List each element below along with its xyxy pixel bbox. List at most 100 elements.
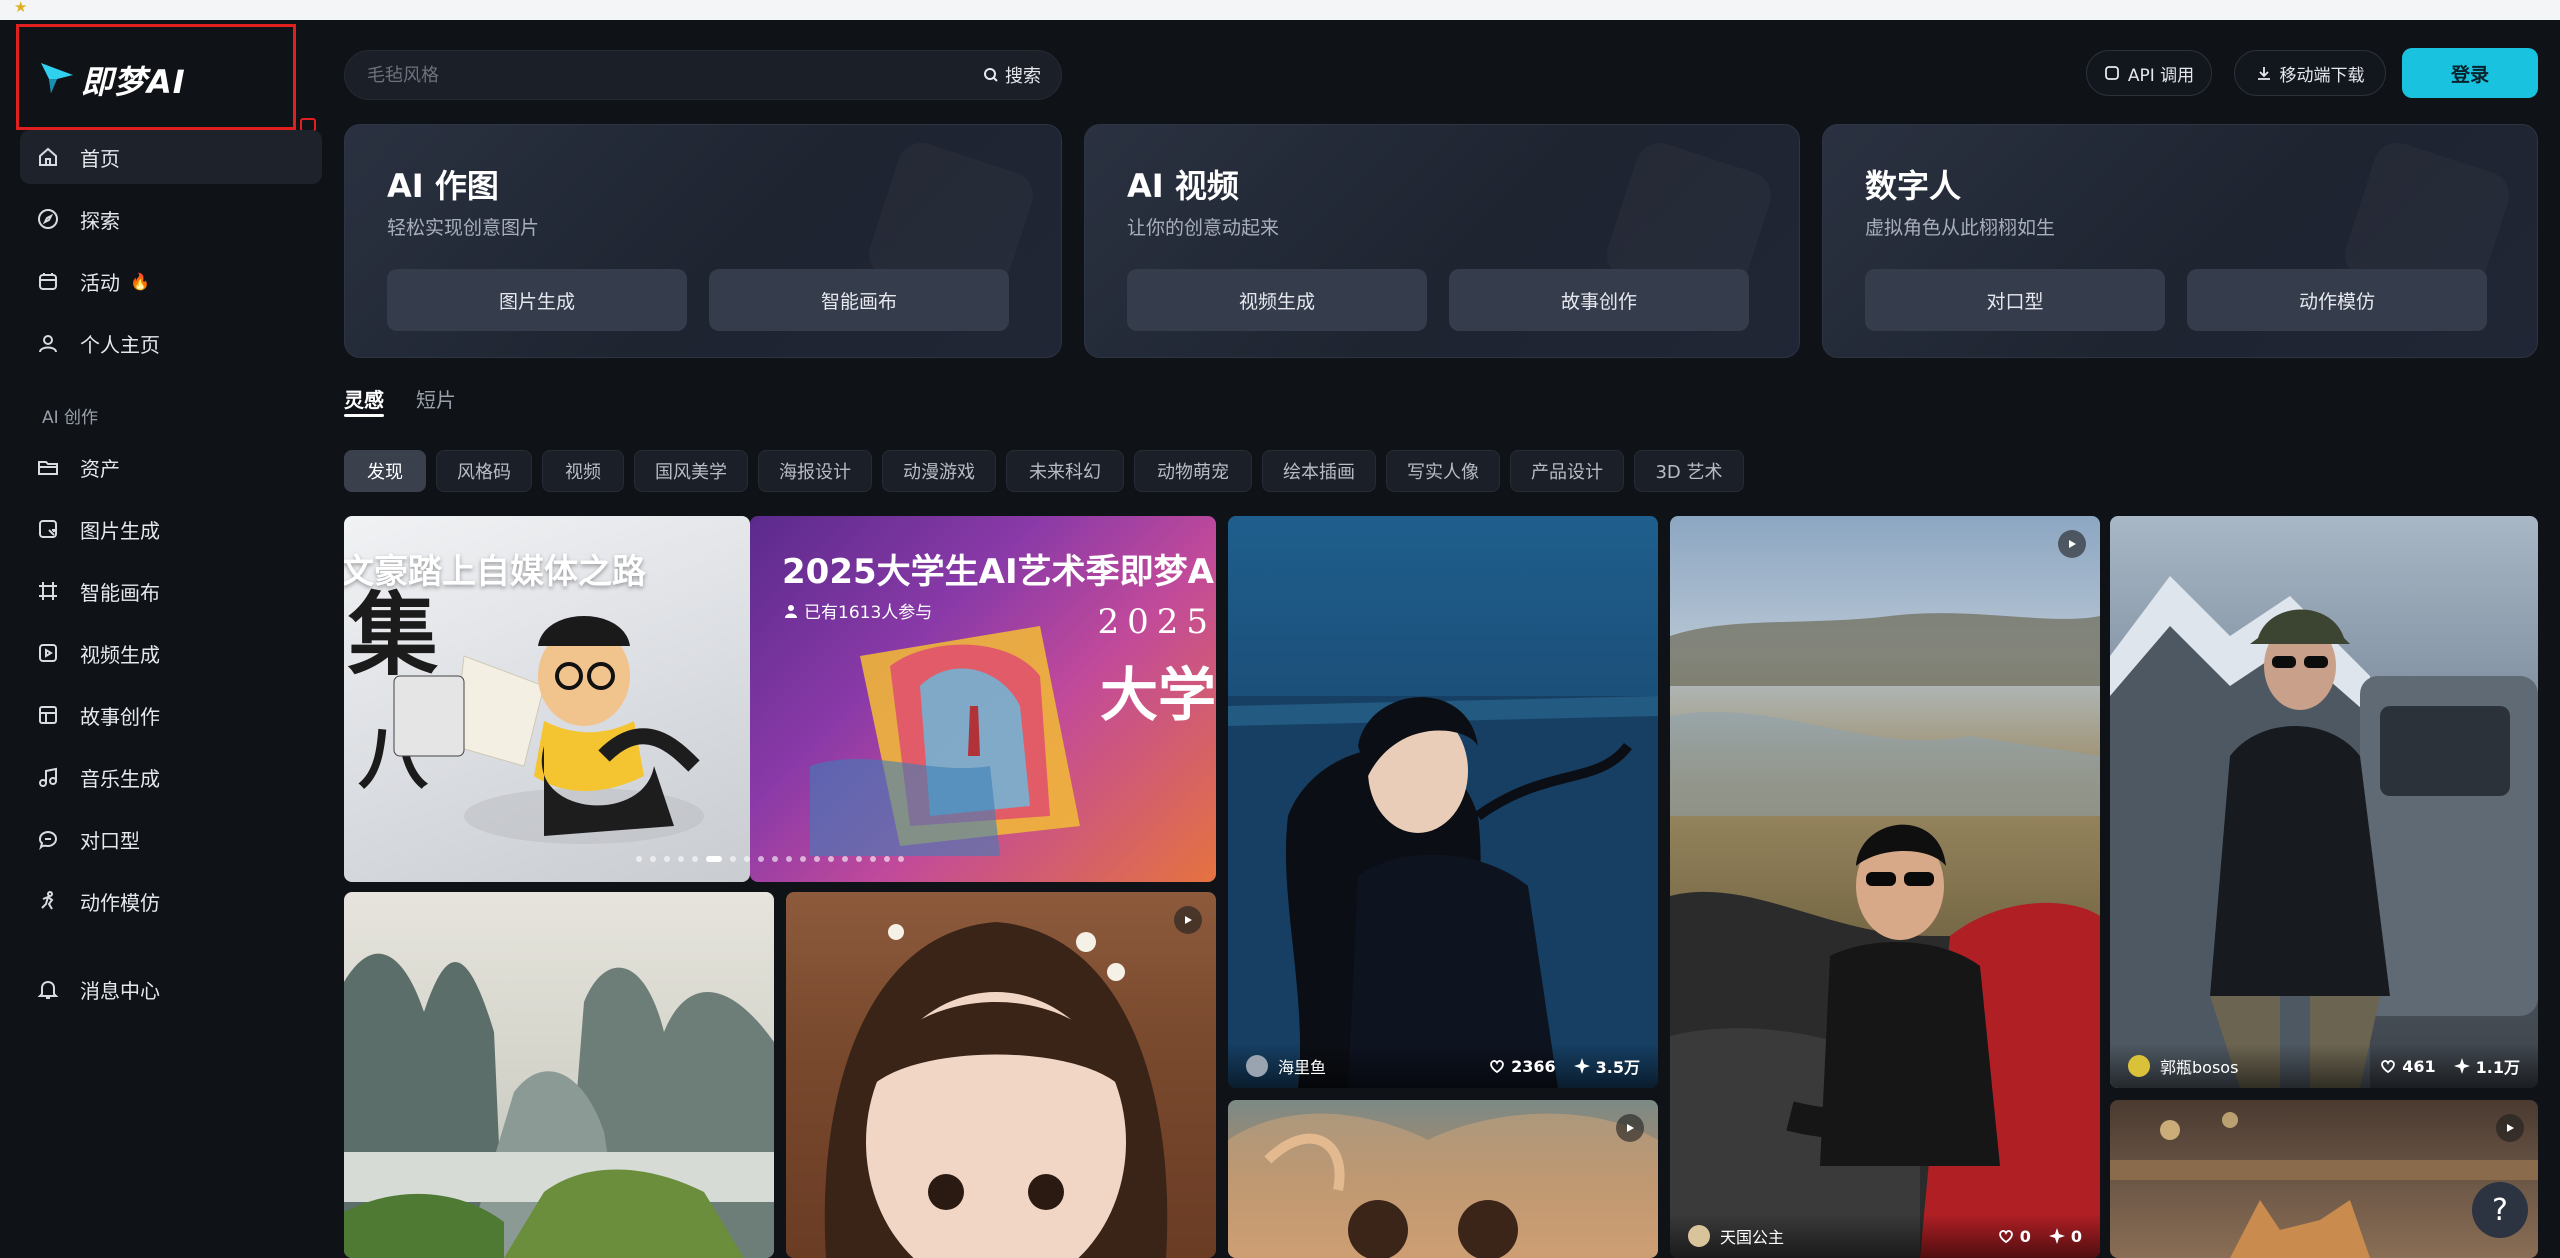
chip-portrait[interactable]: 写实人像	[1386, 450, 1500, 492]
heart-icon	[2381, 1060, 2396, 1074]
car-woman-image	[1670, 613, 2100, 1258]
heart-icon	[1998, 1230, 2013, 1244]
compass-icon	[36, 207, 60, 231]
play-icon[interactable]	[1616, 1114, 1644, 1142]
video-gen-button[interactable]: 视频生成	[1127, 269, 1427, 331]
use-stat[interactable]: 0	[2048, 1226, 2082, 1246]
chip-discover[interactable]: 发现	[344, 450, 426, 492]
ai-create-section-label: AI 创作	[42, 407, 99, 428]
image-gen-icon	[36, 517, 60, 541]
avatar	[2128, 1055, 2150, 1077]
download-icon	[2257, 67, 2270, 80]
search-button[interactable]: 搜索	[983, 51, 1041, 99]
music-icon	[36, 765, 60, 789]
feature-card-digital-human: 数字人 虚拟角色从此栩栩如生 对口型 动作模仿	[1822, 124, 2538, 358]
chip-sci-fi[interactable]: 未来科幻	[1006, 450, 1124, 492]
sidebar-item-activity[interactable]: 活动 🔥	[20, 254, 322, 308]
use-count: 0	[2070, 1226, 2082, 1246]
story-button[interactable]: 故事创作	[1449, 269, 1749, 331]
banner-slide-writer[interactable]: 文豪踏上自媒体之路 集 八	[344, 516, 750, 882]
banner-year: 2025	[1097, 602, 1216, 642]
participants-row: 已有1613人参与	[784, 598, 932, 623]
user-icon	[36, 331, 60, 355]
search-icon	[984, 68, 998, 82]
image-gen-button[interactable]: 图片生成	[387, 269, 687, 331]
logo-text: 即梦AI	[81, 63, 186, 101]
sidebar-item-video-gen[interactable]: 视频生成	[20, 626, 322, 680]
lip-sync-button[interactable]: 对口型	[1865, 269, 2165, 331]
chip-3d-art[interactable]: 3D 艺术	[1634, 450, 1744, 492]
smart-canvas-button[interactable]: 智能画布	[709, 269, 1009, 331]
use-count: 3.5万	[1595, 1058, 1640, 1077]
gallery-tile-cat[interactable]	[2110, 1100, 2538, 1258]
tile-meta: 海里鱼 2366 3.5万	[1228, 1044, 1658, 1088]
fire-icon: 🔥	[130, 271, 150, 291]
login-button[interactable]: 登录	[2402, 48, 2538, 98]
api-icon	[2104, 66, 2119, 80]
banner-slide-art-season[interactable]: 2025大学生AI艺术季即梦AI 已有1613人参与 2025 大学	[750, 516, 1216, 882]
chip-style-code[interactable]: 风格码	[436, 450, 532, 492]
gallery-tile-little-girl[interactable]	[786, 892, 1216, 1258]
like-stat[interactable]: 461	[2380, 1057, 2436, 1076]
cartoon-illustration: 集 八	[347, 583, 704, 844]
author-name: 郭瓶bosos	[2160, 1058, 2239, 1077]
sidebar-item-story[interactable]: 故事创作	[20, 688, 322, 742]
like-stat[interactable]: 0	[1998, 1227, 2031, 1246]
motion-button[interactable]: 动作模仿	[2187, 269, 2487, 331]
sidebar-item-label: 消息中心	[80, 978, 160, 1003]
feature-subtitle: 让你的创意动起来	[1127, 217, 1280, 239]
api-button[interactable]: API 调用	[2086, 50, 2212, 96]
chip-video[interactable]: 视频	[542, 450, 624, 492]
gallery-tile-landscape[interactable]	[344, 892, 774, 1258]
chip-poster-design[interactable]: 海报设计	[758, 450, 872, 492]
sidebar-item-label: 对口型	[80, 828, 140, 853]
chip-pets[interactable]: 动物萌宠	[1134, 450, 1252, 492]
gallery-tile-mountain-man[interactable]: 郭瓶bosos 461 1.1万	[2110, 516, 2538, 1088]
gallery-tile-car-woman[interactable]: 天国公主 0 0	[1670, 516, 2100, 1258]
help-button[interactable]: ?	[2472, 1182, 2528, 1238]
little-girl-image	[824, 922, 1168, 1258]
sidebar-item-explore[interactable]: 探索	[20, 192, 322, 246]
sidebar-item-image-gen[interactable]: 图片生成	[20, 502, 322, 556]
author[interactable]: 郭瓶bosos	[2128, 1054, 2362, 1078]
use-stat[interactable]: 3.5万	[1573, 1054, 1640, 1078]
logo[interactable]: 即梦AI	[16, 24, 296, 130]
tab-shorts[interactable]: 短片	[416, 384, 456, 413]
sidebar-item-profile[interactable]: 个人主页	[20, 316, 322, 370]
chip-anime-games[interactable]: 动漫游戏	[882, 450, 996, 492]
banner-big-text: 大学	[1099, 661, 1216, 729]
sidebar-item-label: 首页	[80, 146, 120, 171]
gallery-tile-ocean-girl[interactable]: 海里鱼 2366 3.5万	[1228, 516, 1658, 1088]
use-stat[interactable]: 1.1万	[2453, 1054, 2520, 1078]
api-button-label: API 调用	[2127, 65, 2195, 86]
tile-meta: 郭瓶bosos 461 1.1万	[2110, 1044, 2538, 1088]
mobile-download-button[interactable]: 移动端下载	[2234, 50, 2386, 96]
sidebar-item-label: 探索	[80, 208, 120, 233]
star-icon: ★	[14, 0, 28, 16]
sidebar-item-smart-canvas[interactable]: 智能画布	[20, 564, 322, 618]
chip-picture-book[interactable]: 绘本插画	[1262, 450, 1376, 492]
sparkle-icon	[2453, 1058, 2470, 1074]
sidebar-item-home[interactable]: 首页	[20, 130, 322, 184]
author[interactable]: 天国公主	[1688, 1224, 1980, 1248]
play-icon[interactable]	[1174, 906, 1202, 934]
gallery-tile-cartoon[interactable]	[1228, 1100, 1658, 1258]
carousel-dots[interactable]	[636, 856, 904, 862]
sidebar-item-music[interactable]: 音乐生成	[20, 750, 322, 804]
landscape-image	[344, 953, 774, 1258]
sidebar-item-motion[interactable]: 动作模仿	[20, 874, 322, 928]
sidebar-item-lip-sync[interactable]: 对口型	[20, 812, 322, 866]
like-stat[interactable]: 2366	[1489, 1057, 1556, 1076]
sidebar-item-assets[interactable]: 资产	[20, 440, 322, 494]
play-icon[interactable]	[2058, 530, 2086, 558]
chip-product-design[interactable]: 产品设计	[1510, 450, 1624, 492]
author[interactable]: 海里鱼	[1246, 1054, 1471, 1078]
search-input[interactable]	[367, 51, 927, 99]
story-icon	[36, 703, 60, 727]
sidebar: 即梦AI 首页 探索 活动 🔥 个人主页 AI 创作 资产 图片生成 智能画布 …	[0, 20, 330, 1258]
chip-chinese-style[interactable]: 国风美学	[634, 450, 748, 492]
play-icon[interactable]	[2496, 1114, 2524, 1142]
sidebar-item-messages[interactable]: 消息中心	[20, 962, 322, 1016]
tab-underline	[344, 414, 384, 417]
tab-inspiration[interactable]: 灵感	[344, 384, 384, 413]
